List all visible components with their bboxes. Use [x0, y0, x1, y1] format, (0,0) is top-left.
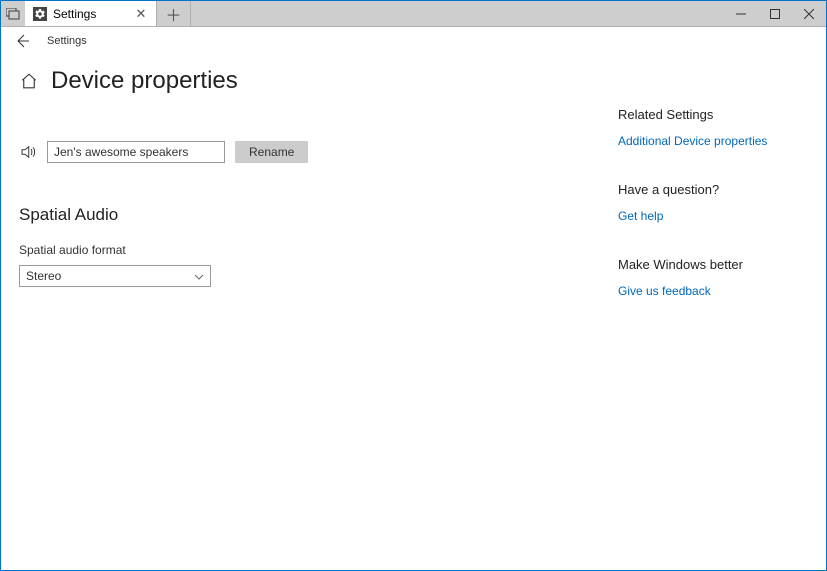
chevron-down-icon	[194, 269, 204, 283]
gear-icon	[33, 7, 47, 21]
side-column: Related Settings Additional Device prope…	[618, 67, 808, 332]
device-name-row: Rename	[19, 141, 604, 163]
maximize-button[interactable]	[758, 1, 792, 26]
tab-settings[interactable]: Settings ✕	[25, 1, 157, 26]
page-title: Device properties	[51, 67, 238, 95]
window-controls	[724, 1, 826, 26]
close-tab-icon[interactable]: ✕	[134, 7, 148, 20]
home-icon[interactable]	[19, 71, 39, 91]
get-help-link[interactable]: Get help	[618, 209, 808, 223]
tab-label: Settings	[53, 7, 128, 21]
have-question-heading: Have a question?	[618, 182, 808, 197]
additional-device-properties-link[interactable]: Additional Device properties	[618, 134, 808, 148]
spatial-format-select[interactable]: Stereo	[19, 265, 211, 287]
content: Device properties Rename Spatial Audio S…	[1, 55, 826, 332]
new-tab-button[interactable]: ＋	[157, 1, 191, 26]
minimize-button[interactable]	[724, 1, 758, 26]
task-view-icon[interactable]	[1, 1, 25, 26]
page-heading-row: Device properties	[19, 67, 604, 95]
breadcrumb-label: Settings	[47, 35, 87, 47]
device-name-input[interactable]	[47, 141, 225, 163]
make-windows-better-heading: Make Windows better	[618, 257, 808, 272]
breadcrumb: Settings	[1, 27, 826, 55]
titlebar-drag-area	[191, 1, 724, 26]
give-feedback-link[interactable]: Give us feedback	[618, 284, 808, 298]
related-settings-heading: Related Settings	[618, 107, 808, 122]
titlebar: Settings ✕ ＋	[1, 1, 826, 27]
main-column: Device properties Rename Spatial Audio S…	[19, 67, 604, 332]
spatial-format-value: Stereo	[26, 269, 61, 283]
close-window-button[interactable]	[792, 1, 826, 26]
back-button[interactable]	[13, 32, 31, 50]
tab-area: Settings ✕ ＋	[1, 1, 191, 26]
spatial-format-label: Spatial audio format	[19, 243, 604, 257]
speaker-icon	[19, 143, 37, 161]
spatial-audio-heading: Spatial Audio	[19, 205, 604, 225]
rename-button[interactable]: Rename	[235, 141, 308, 163]
